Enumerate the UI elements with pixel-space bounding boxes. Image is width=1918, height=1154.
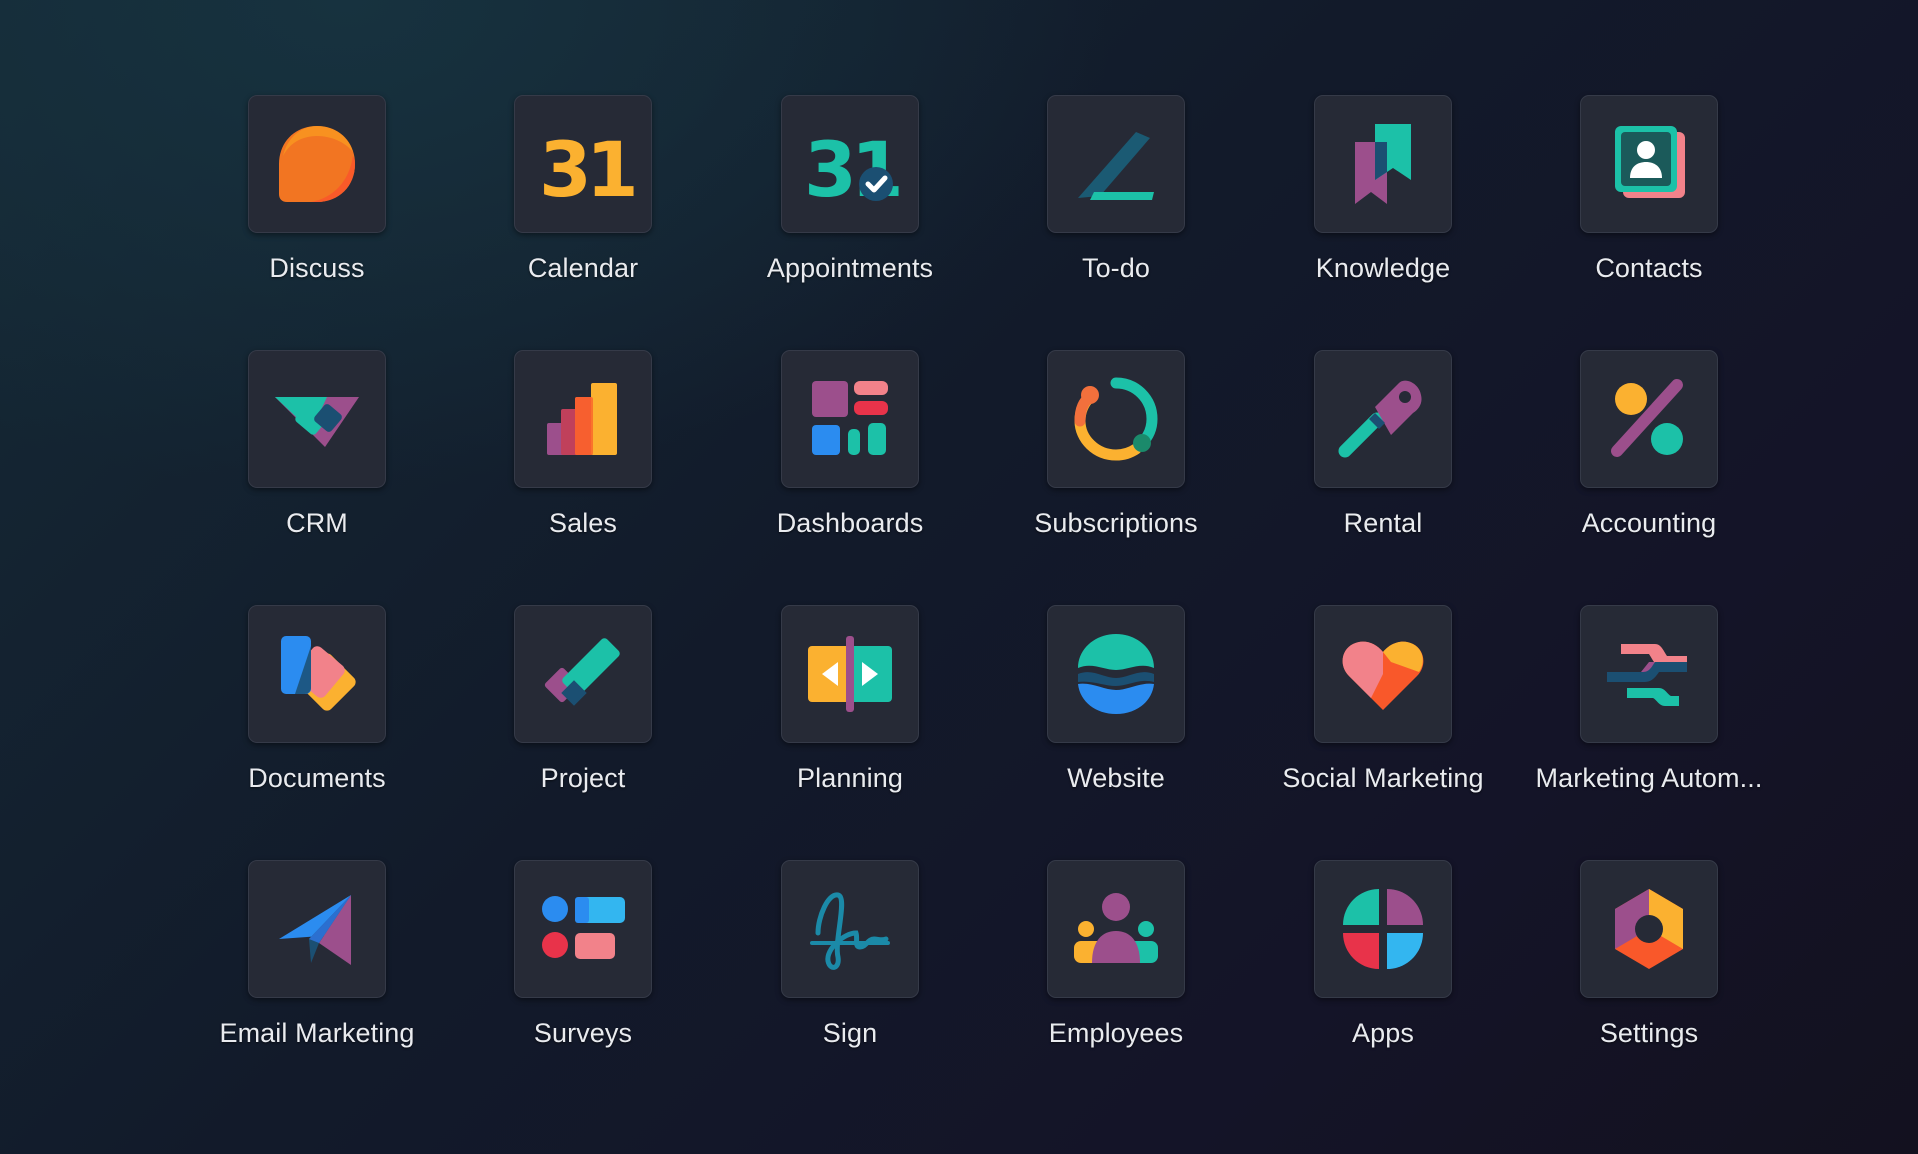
contacts-icon <box>1615 126 1685 198</box>
app-tile[interactable] <box>1314 860 1452 998</box>
app-documents[interactable]: Documents <box>184 605 450 835</box>
app-tile[interactable] <box>248 860 386 998</box>
surveys-icon <box>542 896 625 959</box>
app-sales[interactable]: Sales <box>450 350 716 580</box>
app-label: Knowledge <box>1315 253 1451 283</box>
app-label: Calendar <box>527 253 639 283</box>
app-label: Planning <box>797 763 903 793</box>
app-discuss[interactable]: Discuss <box>184 95 450 325</box>
app-subscriptions[interactable]: Subscriptions <box>983 350 1249 580</box>
app-label: Documents <box>248 763 386 793</box>
app-tile[interactable] <box>1047 350 1185 488</box>
app-tile[interactable] <box>1047 95 1185 233</box>
app-tile[interactable] <box>248 95 386 233</box>
app-grid: Discuss 31 Calendar 31 Appointments To-d… <box>0 0 1918 1154</box>
app-label: Settings <box>1599 1018 1699 1048</box>
app-settings[interactable]: Settings <box>1516 860 1782 1090</box>
app-label: Contacts <box>1595 253 1703 283</box>
app-dashboards[interactable]: Dashboards <box>717 350 983 580</box>
marketing-automation-icon <box>1607 644 1687 706</box>
app-tile[interactable] <box>514 605 652 743</box>
email-marketing-icon <box>279 895 351 965</box>
app-label: Dashboards <box>776 508 924 538</box>
app-crm[interactable]: CRM <box>184 350 450 580</box>
app-tile[interactable] <box>1314 95 1452 233</box>
app-tile[interactable] <box>514 350 652 488</box>
employees-icon <box>1074 893 1158 963</box>
app-tile[interactable] <box>248 350 386 488</box>
todo-icon <box>1078 132 1154 200</box>
app-tile[interactable] <box>1580 860 1718 998</box>
app-tile[interactable] <box>248 605 386 743</box>
settings-icon <box>1615 889 1683 969</box>
app-surveys[interactable]: Surveys <box>450 860 716 1090</box>
sales-icon <box>547 383 617 455</box>
app-planning[interactable]: Planning <box>717 605 983 835</box>
app-tile[interactable] <box>781 860 919 998</box>
app-apps[interactable]: Apps <box>1250 860 1516 1090</box>
app-tile[interactable] <box>1047 605 1185 743</box>
app-label: Appointments <box>766 253 934 283</box>
subscriptions-icon <box>1074 377 1158 461</box>
app-calendar[interactable]: 31 Calendar <box>450 95 716 325</box>
app-label: Employees <box>1048 1018 1184 1048</box>
app-label: Apps <box>1352 1018 1414 1048</box>
social-marketing-icon <box>1342 641 1424 710</box>
app-tile[interactable]: 31 <box>514 95 652 233</box>
app-todo[interactable]: To-do <box>983 95 1249 325</box>
app-contacts[interactable]: Contacts <box>1516 95 1782 325</box>
app-marketing-automation[interactable]: Marketing Autom... <box>1516 605 1782 835</box>
rental-icon <box>1338 380 1422 458</box>
dashboards-icon <box>812 381 888 455</box>
sign-icon <box>810 892 890 970</box>
app-rental[interactable]: Rental <box>1250 350 1516 580</box>
app-label: Sales <box>548 508 618 538</box>
discuss-icon <box>279 126 355 202</box>
app-appointments[interactable]: 31 Appointments <box>717 95 983 325</box>
app-label: Rental <box>1343 508 1423 538</box>
app-tile[interactable] <box>781 605 919 743</box>
app-label: Website <box>1067 763 1165 793</box>
app-label: Social Marketing <box>1282 763 1484 793</box>
crm-icon <box>275 397 359 447</box>
app-label: Marketing Autom... <box>1535 763 1763 793</box>
app-accounting[interactable]: Accounting <box>1516 350 1782 580</box>
app-label: To-do <box>1081 253 1151 283</box>
project-icon <box>544 638 620 706</box>
app-label: Subscriptions <box>1034 508 1198 538</box>
app-tile[interactable] <box>1314 350 1452 488</box>
app-sign[interactable]: Sign <box>717 860 983 1090</box>
app-tile[interactable] <box>514 860 652 998</box>
appointments-icon: 31 <box>804 125 902 214</box>
app-website[interactable]: Website <box>983 605 1249 835</box>
app-email-marketing[interactable]: Email Marketing <box>184 860 450 1090</box>
app-label: Sign <box>822 1018 878 1048</box>
app-tile[interactable] <box>1580 95 1718 233</box>
app-label: Email Marketing <box>219 1018 415 1048</box>
app-tile[interactable] <box>1580 605 1718 743</box>
apps-icon <box>1343 889 1423 969</box>
accounting-icon <box>1611 379 1683 457</box>
app-tile[interactable]: 31 <box>781 95 919 233</box>
app-label: Accounting <box>1581 508 1717 538</box>
app-tile[interactable] <box>781 350 919 488</box>
knowledge-icon <box>1355 124 1411 204</box>
app-label: Surveys <box>533 1018 633 1048</box>
app-label: Discuss <box>269 253 365 283</box>
app-knowledge[interactable]: Knowledge <box>1250 95 1516 325</box>
website-icon <box>1078 634 1154 714</box>
documents-icon <box>281 636 356 711</box>
calendar-icon: 31 <box>539 125 635 214</box>
calendar-day-text: 31 <box>539 125 634 214</box>
app-social-marketing[interactable]: Social Marketing <box>1250 605 1516 835</box>
app-project[interactable]: Project <box>450 605 716 835</box>
planning-icon <box>808 636 892 712</box>
app-label: CRM <box>286 508 348 538</box>
app-tile[interactable] <box>1314 605 1452 743</box>
app-label: Project <box>540 763 626 793</box>
app-employees[interactable]: Employees <box>983 860 1249 1090</box>
app-tile[interactable] <box>1047 860 1185 998</box>
app-tile[interactable] <box>1580 350 1718 488</box>
